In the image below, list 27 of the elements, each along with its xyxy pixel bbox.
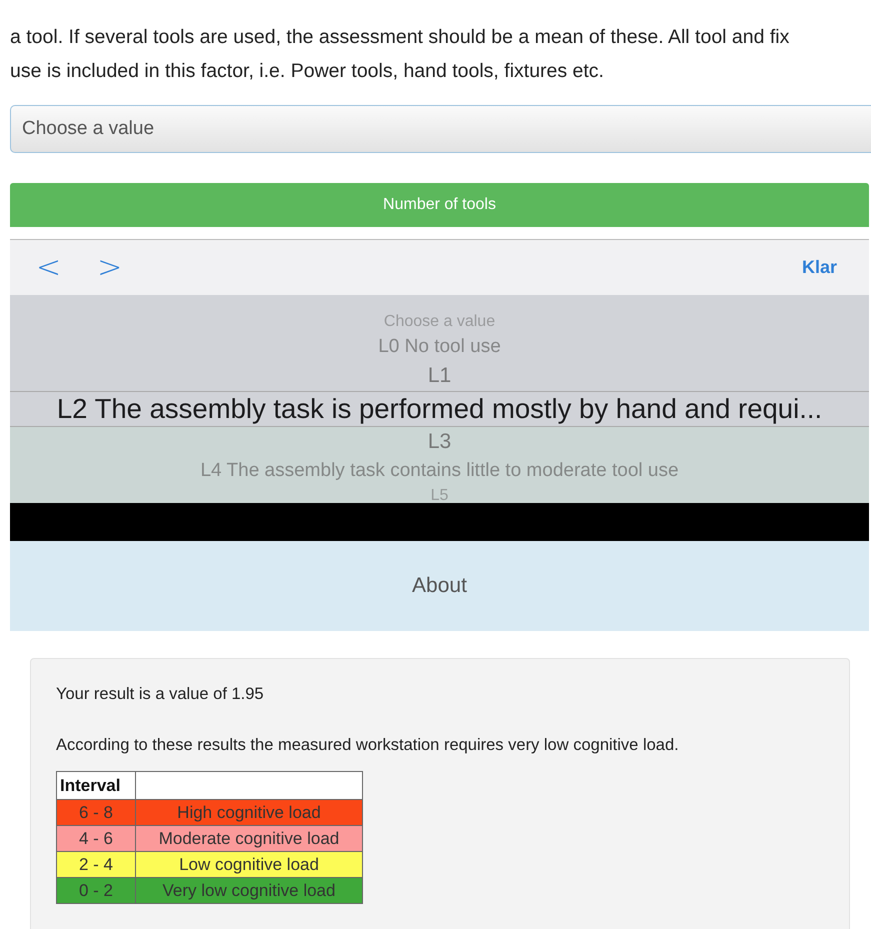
picker-option[interactable]: Choose a value — [384, 311, 496, 333]
conclusion-text: According to these results the measured workstation requires very low cognitive load. — [56, 736, 680, 755]
table-cell: 2 - 4 — [56, 852, 136, 878]
picker-option[interactable]: L3 — [428, 427, 452, 457]
next-button[interactable]: > — [97, 252, 122, 282]
table-cell: High cognitive load — [136, 800, 362, 826]
description-text: use is included in this factor, i.e. Power tools, hand tools, fixtures etc. — [10, 59, 604, 84]
description-text: a tool. If several tools are used, the assessment should be a mean of these. All tool and fix — [10, 25, 790, 50]
picker-option[interactable]: L4 The assembly task contains little to moderate tool use — [200, 457, 679, 485]
picker-option[interactable]: L2 The assembly task is performed mostly by hand and requi... — [10, 391, 869, 427]
table-cell: Very low cognitive load — [136, 878, 362, 904]
placeholder-text: Choose a value — [22, 118, 154, 140]
done-button[interactable]: Klar — [796, 256, 843, 279]
table-cell: 6 - 8 — [56, 800, 136, 826]
picker-option[interactable]: L0 No tool use — [378, 333, 501, 361]
column-header: Interval — [56, 772, 136, 800]
section-button[interactable]: Number of tools — [10, 183, 869, 227]
table-cell: Moderate cognitive load — [136, 826, 362, 852]
previous-button[interactable]: < — [36, 252, 62, 282]
picker-option[interactable]: L5 — [430, 485, 448, 503]
table-cell: 0 - 2 — [56, 878, 136, 904]
about-label: About — [412, 574, 467, 598]
picker-option[interactable]: L1 — [428, 361, 452, 391]
table-cell: 4 - 6 — [56, 826, 136, 852]
table-cell: Low cognitive load — [136, 852, 362, 878]
result-text: Your result is a value of 1.95 — [56, 685, 265, 704]
select-field[interactable]: Choose a value — [10, 105, 871, 153]
